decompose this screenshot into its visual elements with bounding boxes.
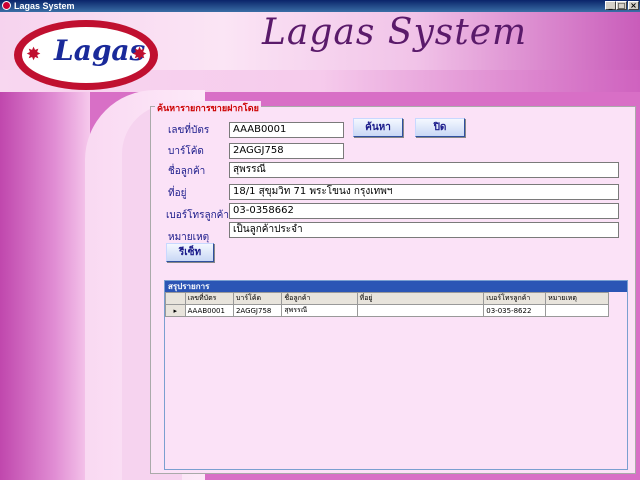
close-button[interactable]: ปิด bbox=[415, 118, 465, 137]
cell-card-no[interactable]: AAAB0001 bbox=[184, 304, 234, 317]
column-header[interactable]: หมายเหตุ bbox=[545, 292, 609, 305]
summary-grid-container: สรุปรายการ เลขที่บัตร บาร์โค้ด ชื่อลูกค้… bbox=[164, 280, 628, 470]
close-window-button[interactable]: × bbox=[628, 1, 639, 10]
search-panel-legend: ค้นหารายการขายฝากโดย bbox=[155, 101, 261, 115]
window-title: Lagas System bbox=[14, 1, 75, 11]
card-no-input[interactable]: AAAB0001 bbox=[229, 122, 344, 138]
barcode-input[interactable]: 2AGGJ758 bbox=[229, 143, 344, 159]
lagas-logo: ✸ Lagas ✸ bbox=[14, 20, 158, 90]
column-header[interactable]: เลขที่บัตร bbox=[184, 292, 234, 305]
search-button[interactable]: ค้นหา bbox=[353, 118, 403, 137]
barcode-label: บาร์โค้ด bbox=[168, 146, 204, 157]
cell-address[interactable] bbox=[356, 304, 485, 317]
card-no-label: เลขที่บัตร bbox=[168, 125, 210, 136]
logo-star-icon: ✸ bbox=[132, 44, 148, 65]
summary-table[interactable]: เลขที่บัตร บาร์โค้ด ชื่อลูกค้า ที่อยู่ เ… bbox=[165, 292, 609, 317]
column-header[interactable]: ที่อยู่ bbox=[356, 292, 485, 305]
column-header[interactable]: ชื่อลูกค้า bbox=[281, 292, 358, 305]
summary-header-row: เลขที่บัตร บาร์โค้ด ชื่อลูกค้า ที่อยู่ เ… bbox=[165, 292, 609, 305]
column-header[interactable]: บาร์โค้ด bbox=[232, 292, 283, 305]
note-input[interactable]: เป็นลูกค้าประจำ bbox=[229, 222, 619, 238]
table-row[interactable]: ▸ AAAB0001 2AGGJ758 สุพรรณี 03-035-8622 bbox=[165, 304, 609, 317]
window-titlebar[interactable]: Lagas System _ □ × bbox=[0, 0, 640, 12]
cell-phone[interactable]: 03-035-8622 bbox=[483, 304, 547, 317]
phone-input[interactable]: 03-0358662 bbox=[229, 203, 619, 219]
app-icon bbox=[2, 1, 11, 10]
minimize-button[interactable]: _ bbox=[605, 1, 616, 10]
address-label: ที่อยู่ bbox=[168, 188, 187, 199]
column-header[interactable]: เบอร์โทรลูกค้า bbox=[483, 292, 547, 305]
phone-label: เบอร์โทรลูกค้า bbox=[166, 210, 229, 221]
cell-note[interactable] bbox=[545, 304, 609, 317]
row-indicator-icon: ▸ bbox=[165, 304, 186, 317]
reset-button[interactable]: รีเซ็ท bbox=[166, 243, 214, 262]
customer-name-input[interactable]: สุพรรณี bbox=[229, 162, 619, 178]
address-input[interactable]: 18/1 สุขุมวิท 71 พระโขนง กรุงเทพฯ bbox=[229, 184, 619, 200]
cell-barcode[interactable]: 2AGGJ758 bbox=[232, 304, 283, 317]
customer-name-label: ชื่อลูกค้า bbox=[168, 166, 206, 177]
row-selector-header bbox=[165, 292, 186, 305]
logo-star-icon: ✸ bbox=[26, 44, 42, 65]
summary-title: สรุปรายการ bbox=[165, 281, 627, 292]
app-client-area: ✸ Lagas ✸ Lagas System ค้นหารายการขายฝาก… bbox=[0, 12, 640, 480]
maximize-button[interactable]: □ bbox=[616, 1, 627, 10]
cell-name[interactable]: สุพรรณี bbox=[281, 304, 358, 317]
app-title: Lagas System bbox=[262, 12, 528, 53]
